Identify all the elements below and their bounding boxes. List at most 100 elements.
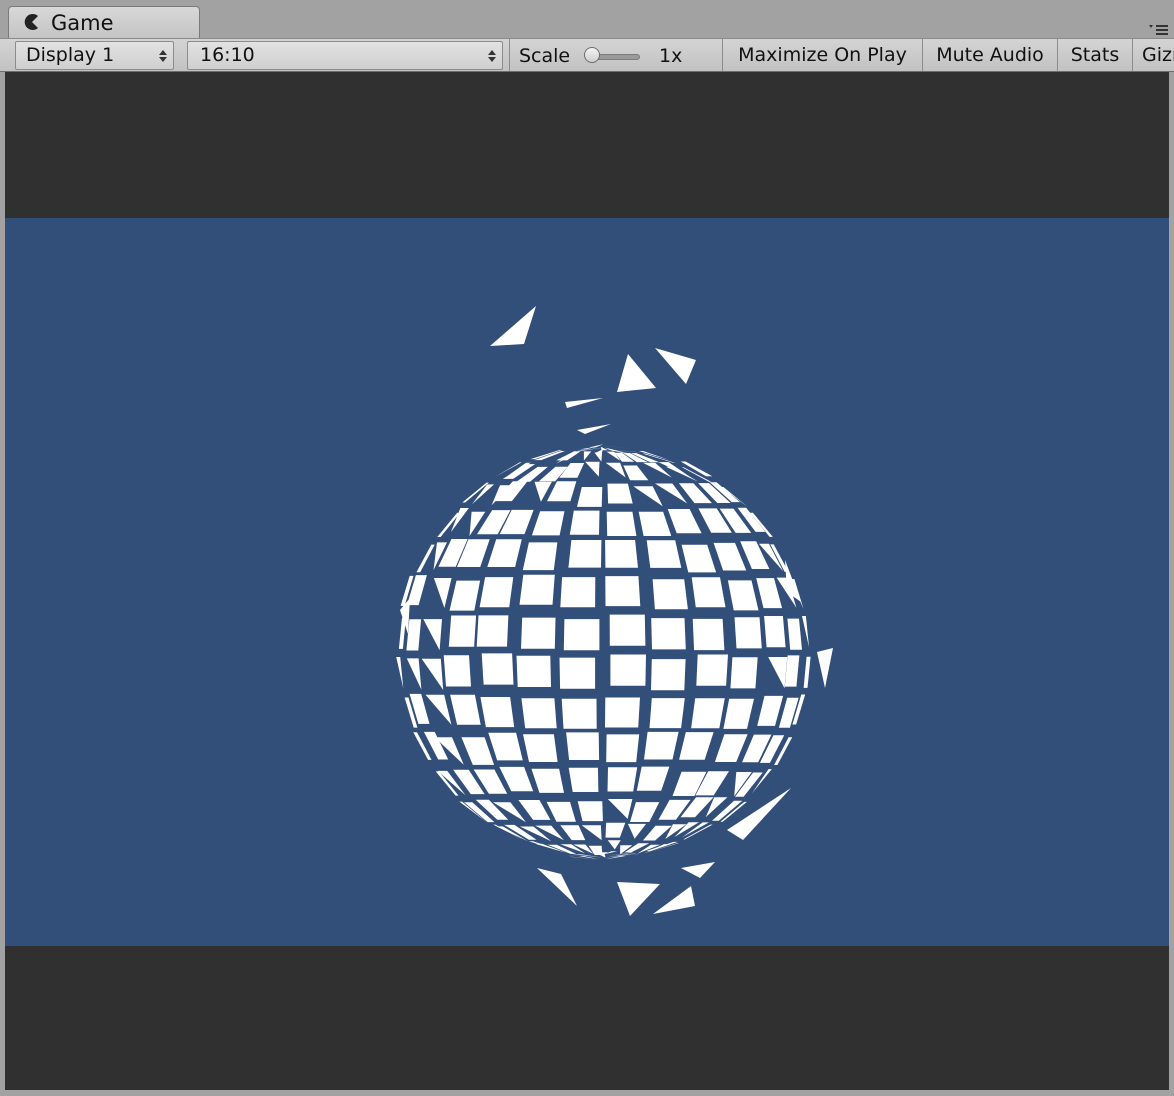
mesh-fragment (723, 698, 754, 729)
flying-shard (785, 560, 801, 602)
mesh-fragment (481, 653, 514, 685)
mesh-fragment (696, 654, 728, 686)
mute-audio-toggle[interactable]: Mute Audio (923, 39, 1057, 71)
mesh-fragment (547, 481, 577, 502)
mesh-fragment (600, 447, 608, 451)
mesh-fragment (802, 616, 809, 648)
mesh-fragment (681, 544, 717, 573)
mesh-fragment (642, 825, 672, 841)
mesh-fragment (605, 462, 626, 478)
mesh-fragment (644, 731, 679, 760)
mesh-fragment (561, 698, 597, 729)
mesh-fragment (416, 544, 435, 573)
mesh-fragment (756, 578, 783, 609)
mesh-fragment (607, 767, 638, 792)
mesh-fragment (531, 511, 565, 536)
mesh-fragment (610, 654, 646, 686)
mesh-fragment (522, 542, 558, 571)
mesh-fragment (630, 802, 660, 822)
scale-slider-knob[interactable] (584, 47, 600, 63)
mesh-fragment (721, 487, 748, 507)
mesh-fragment (443, 655, 471, 687)
flying-shard (817, 648, 833, 688)
aspect-dropdown[interactable]: 16:10 (187, 41, 503, 70)
mesh-fragment (396, 657, 404, 689)
mesh-fragment (546, 801, 576, 822)
mesh-fragment (787, 618, 802, 650)
scale-value: 1x (659, 45, 683, 67)
mesh-fragment (521, 617, 556, 649)
panel-menu-icon[interactable] (1148, 22, 1170, 36)
mesh-fragment (566, 732, 600, 760)
mesh-fragment (518, 800, 551, 820)
mesh-fragment (691, 577, 726, 608)
mesh-fragment (646, 540, 682, 568)
mesh-fragment (734, 617, 762, 649)
game-render-area[interactable] (5, 218, 1169, 946)
tab-game[interactable]: Game (8, 6, 200, 38)
mesh-fragment (423, 619, 442, 651)
mesh-fragment (433, 578, 452, 608)
mesh-fragment (803, 656, 811, 688)
mesh-fragment (605, 540, 638, 568)
toolbar-divider (1132, 39, 1133, 71)
mesh-fragment (605, 697, 640, 728)
tab-game-label: Game (51, 11, 114, 35)
mesh-fragment (406, 658, 422, 690)
mesh-fragment (559, 657, 596, 689)
shattered-sphere-icon (396, 306, 833, 916)
mesh-fragment (560, 577, 596, 608)
mesh-fragment (568, 540, 602, 568)
flying-shard (617, 354, 656, 392)
flying-shard (681, 862, 715, 878)
maximize-on-play-toggle[interactable]: Maximize On Play (723, 39, 922, 71)
mesh-fragment (560, 825, 586, 841)
mesh-fragment (605, 576, 641, 607)
mesh-fragment (499, 766, 534, 792)
mesh-fragment (627, 823, 647, 839)
mesh-fragment (585, 461, 600, 477)
mesh-fragment (764, 616, 786, 648)
mesh-fragment (604, 445, 633, 449)
mesh-fragment (487, 539, 522, 567)
mesh-fragment (652, 579, 688, 610)
mesh-fragment (757, 695, 784, 726)
mesh-fragment (636, 766, 670, 791)
mesh-fragment (665, 466, 699, 482)
mesh-fragment (730, 657, 758, 689)
mesh-fragment (768, 657, 788, 689)
mesh-fragment (638, 511, 672, 536)
mesh-fragment (607, 483, 633, 504)
mesh-fragment (479, 577, 514, 608)
mesh-fragment (609, 614, 646, 646)
mesh-fragment (576, 448, 601, 452)
gizmos-dropdown[interactable]: Gizmos (1142, 39, 1174, 71)
mesh-fragment (523, 734, 558, 762)
updown-arrows-icon (488, 50, 496, 62)
aspect-dropdown-label: 16:10 (200, 44, 255, 66)
mesh-fragment (606, 734, 640, 763)
mesh-fragment (589, 444, 604, 448)
flying-shard (653, 886, 695, 914)
mesh-fragment (516, 655, 551, 687)
mesh-fragment (679, 732, 714, 760)
mesh-fragment (607, 854, 639, 858)
mesh-fragment (461, 737, 495, 765)
mesh-fragment (521, 698, 557, 729)
flying-shard (537, 868, 577, 906)
flying-shard (617, 882, 660, 916)
mesh-fragment (531, 768, 564, 793)
game-viewport[interactable] (5, 72, 1169, 1090)
mesh-fragment (692, 618, 725, 651)
mesh-fragment (606, 511, 637, 536)
mesh-fragment (569, 856, 601, 860)
scale-control: Scale 1x (510, 39, 722, 71)
mesh-fragment (633, 486, 663, 507)
display-dropdown[interactable]: Display 1 (15, 41, 174, 70)
pacman-icon (24, 14, 38, 30)
tab-strip: Game (0, 0, 1174, 38)
mesh-fragment (583, 451, 592, 461)
game-window: Game Display 1 16:10 Scale 1x Maximize O… (0, 0, 1174, 1096)
mesh-fragment (449, 580, 481, 611)
stats-toggle[interactable]: Stats (1058, 39, 1132, 71)
